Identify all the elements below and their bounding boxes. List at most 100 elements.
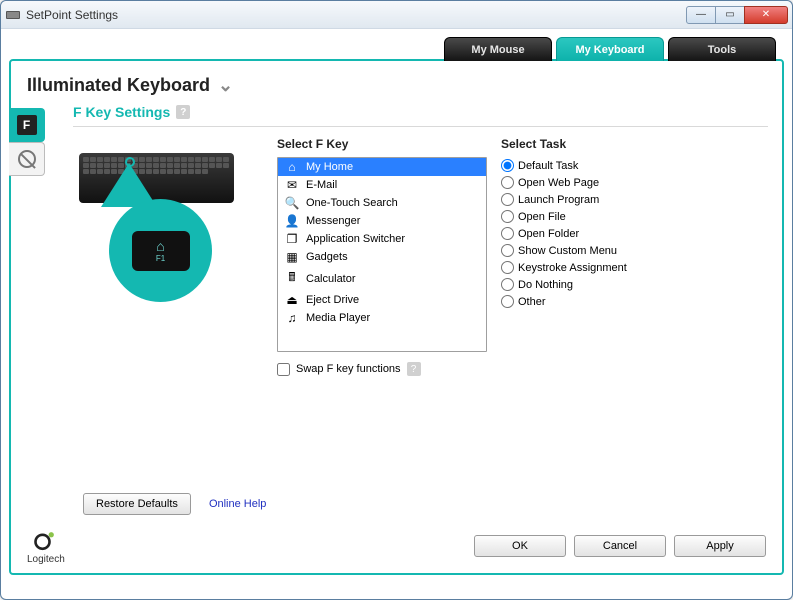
apply-button[interactable]: Apply <box>674 535 766 557</box>
fkey-item-label: Gadgets <box>306 251 348 263</box>
task-item: Open Folder <box>501 225 768 242</box>
task-radio[interactable] <box>501 261 514 274</box>
footer-row: Restore Defaults Online Help <box>23 493 770 515</box>
logo-row: Logitech OK Cancel Apply <box>27 526 766 565</box>
task-item: Open File <box>501 208 768 225</box>
fkey-heading: Select F Key <box>277 137 487 151</box>
help-icon[interactable]: ? <box>176 105 190 119</box>
calculator-icon: 🖩 <box>284 268 300 289</box>
media-icon: ♫ <box>284 311 300 325</box>
ok-button[interactable]: OK <box>474 535 566 557</box>
maximize-button[interactable]: ▭ <box>715 6 745 24</box>
fkey-item-label: Media Player <box>306 312 370 324</box>
restore-defaults-button[interactable]: Restore Defaults <box>83 493 191 515</box>
content: My Mouse My Keyboard Tools Illuminated K… <box>1 29 792 599</box>
fkey-list[interactable]: ⌂ My Home ✉ E-Mail 🔍One-Touch Search 👤 Messeng… <box>277 157 487 352</box>
device-selector[interactable]: Illuminated Keyboard ⌄ <box>11 61 782 102</box>
swap-row: Swap F key functions ? <box>277 362 487 376</box>
task-item: Other <box>501 293 768 310</box>
section-title-row: F Key Settings ? <box>73 102 768 120</box>
three-columns: ⌂ F1 Select F Key ⌂ My Home ✉ E-Mail 🔍One-To… <box>73 137 768 376</box>
fkey-item[interactable]: ❐Application Switcher <box>278 230 486 248</box>
task-label: Launch Program <box>518 194 599 206</box>
main-panel: Illuminated Keyboard ⌄ F F Key Settings … <box>9 59 784 575</box>
task-item: Open Web Page <box>501 174 768 191</box>
fkey-item[interactable]: ⌂ My Home <box>278 158 486 176</box>
task-item: Default Task <box>501 157 768 174</box>
top-tabs: My Mouse My Keyboard Tools <box>9 37 776 61</box>
task-radio[interactable] <box>501 244 514 257</box>
section-title: F Key Settings <box>73 104 170 120</box>
fkey-item[interactable]: 👤 Messenger <box>278 212 486 230</box>
fkey-item-label: My Home <box>306 161 353 173</box>
mail-icon: ✉ <box>284 178 300 192</box>
chevron-down-icon: ⌄ <box>218 75 233 96</box>
main-column: F Key Settings ? <box>45 102 782 376</box>
disable-icon <box>18 150 36 168</box>
magnified-key-label: F1 <box>156 254 165 263</box>
magnified-key: ⌂ F1 <box>132 231 190 271</box>
fkey-item-label: E-Mail <box>306 179 337 191</box>
magnify-circle: ⌂ F1 <box>109 199 212 302</box>
side-tab-disable[interactable] <box>9 142 45 176</box>
keyboard-illustration: ⌂ F1 <box>73 149 248 339</box>
task-radio[interactable] <box>501 210 514 223</box>
task-radio[interactable] <box>501 278 514 291</box>
task-label: Other <box>518 296 546 308</box>
task-radio[interactable] <box>501 176 514 189</box>
fkey-column: Select F Key ⌂ My Home ✉ E-Mail 🔍One-Touch S… <box>277 137 487 376</box>
fkey-item[interactable]: 🔍One-Touch Search <box>278 194 486 212</box>
fkey-item[interactable]: ▦ Gadgets <box>278 248 486 266</box>
close-button[interactable]: ✕ <box>744 6 788 24</box>
fkey-item[interactable]: 🖩 Calculator <box>278 266 486 291</box>
gadgets-icon: ▦ <box>284 250 300 264</box>
task-label: Open Web Page <box>518 177 599 189</box>
device-name: Illuminated Keyboard <box>27 75 210 96</box>
window-controls: — ▭ ✕ <box>687 6 788 24</box>
eject-icon: ⏏ <box>284 293 300 307</box>
side-tabs: F <box>9 108 45 376</box>
task-item: Keystroke Assignment <box>501 259 768 276</box>
task-radio[interactable] <box>501 295 514 308</box>
task-radio[interactable] <box>501 159 514 172</box>
tab-my-mouse[interactable]: My Mouse <box>444 37 552 61</box>
app-icon <box>5 7 21 23</box>
messenger-icon: 👤 <box>284 214 300 228</box>
tab-my-keyboard[interactable]: My Keyboard <box>556 37 664 61</box>
minimize-button[interactable]: — <box>686 6 716 24</box>
divider <box>73 126 768 127</box>
swap-label[interactable]: Swap F key functions <box>296 363 401 375</box>
task-label: Default Task <box>518 160 578 172</box>
task-label: Keystroke Assignment <box>518 262 627 274</box>
side-tab-fkey[interactable]: F <box>9 108 45 142</box>
home-icon: ⌂ <box>156 238 164 254</box>
fkey-item[interactable]: ✉ E-Mail <box>278 176 486 194</box>
cancel-button[interactable]: Cancel <box>574 535 666 557</box>
task-radio[interactable] <box>501 227 514 240</box>
help-icon[interactable]: ? <box>407 362 421 376</box>
brand-label: Logitech <box>27 554 65 565</box>
online-help-link[interactable]: Online Help <box>209 498 266 510</box>
switcher-icon: ❐ <box>284 232 300 246</box>
fkey-item-label: One-Touch Search <box>306 197 398 209</box>
fkey-item[interactable]: ♫ Media Player <box>278 309 486 327</box>
task-item: Launch Program <box>501 191 768 208</box>
task-radio[interactable] <box>501 193 514 206</box>
swap-checkbox[interactable] <box>277 363 290 376</box>
logitech-logo: Logitech <box>27 526 65 565</box>
task-label: Do Nothing <box>518 279 573 291</box>
fkey-item-label: Eject Drive <box>306 294 359 306</box>
task-item: Do Nothing <box>501 276 768 293</box>
task-label: Open Folder <box>518 228 579 240</box>
fkey-item[interactable]: ⏏ Eject Drive <box>278 291 486 309</box>
task-list: Default Task Open Web Page Launch Program O… <box>501 157 768 310</box>
fkey-item-label: Messenger <box>306 215 360 227</box>
fkey-item-label: Calculator <box>306 273 356 285</box>
window-title: SetPoint Settings <box>26 8 118 22</box>
home-icon: ⌂ <box>284 160 300 174</box>
keyboard-visual-column: ⌂ F1 <box>73 137 263 376</box>
body-row: F F Key Settings ? <box>11 102 782 376</box>
tab-tools[interactable]: Tools <box>668 37 776 61</box>
dialog-buttons: OK Cancel Apply <box>474 535 766 557</box>
task-label: Open File <box>518 211 566 223</box>
